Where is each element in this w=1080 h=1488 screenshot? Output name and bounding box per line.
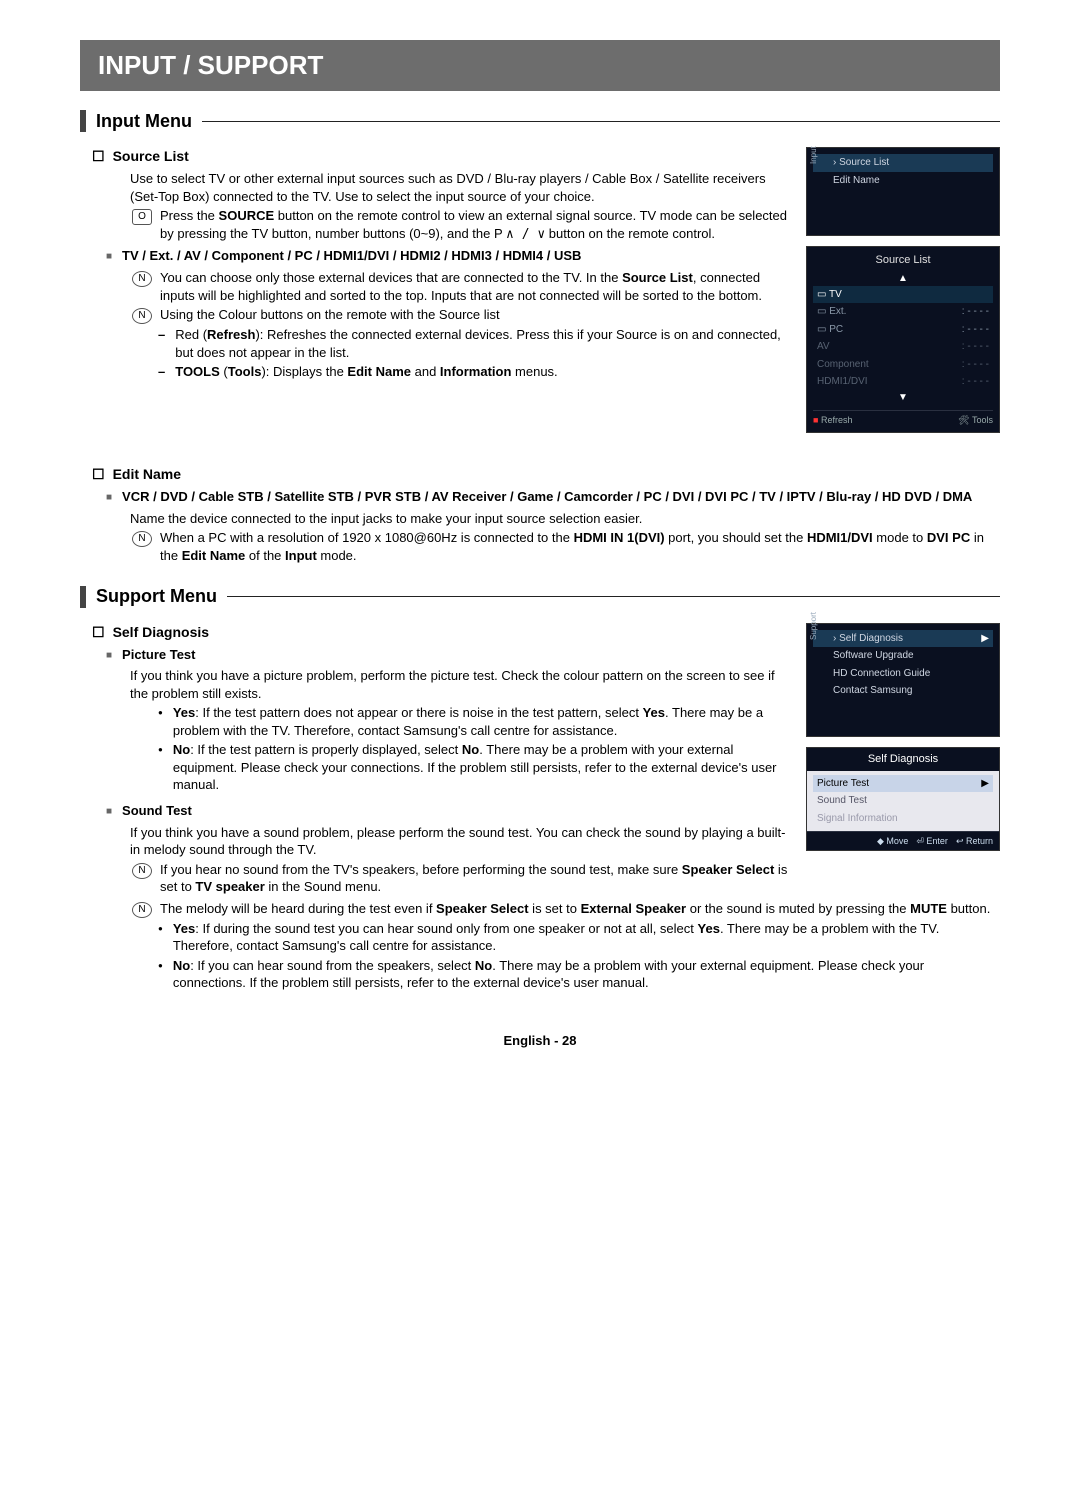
osd-input-menu: Input › Source List Edit Name — [806, 147, 1000, 236]
info-icon: N — [132, 308, 152, 324]
edit-name-heading: Edit Name — [92, 465, 1000, 484]
info-icon: N — [132, 531, 152, 547]
source-dash-refresh: Red (Refresh): Refreshes the connected e… — [158, 326, 790, 361]
osd-support-menu: Support › Self Diagnosis▶ Software Upgra… — [806, 623, 1000, 737]
sound-test-heading: Sound Test — [106, 802, 790, 820]
info-icon: N — [132, 271, 152, 287]
source-dash-tools: TOOLS (Tools): Displays the Edit Name an… — [158, 363, 790, 381]
picture-test-heading: Picture Test — [106, 646, 790, 664]
source-list-note-source: O Press the SOURCE button on the remote … — [132, 207, 790, 243]
input-menu-heading: Input Menu — [80, 109, 1000, 133]
picture-test-yes: Yes: If the test pattern does not appear… — [158, 704, 790, 739]
support-menu-heading: Support Menu — [80, 584, 1000, 608]
page-banner: INPUT / SUPPORT — [80, 40, 1000, 91]
osd-self-diagnosis: Self Diagnosis Picture Test▶ Sound Test … — [806, 747, 1000, 851]
sound-note-melody: N The melody will be heard during the te… — [132, 900, 1000, 918]
page-footer: English - 28 — [80, 1032, 1000, 1050]
info-icon: N — [132, 863, 152, 879]
osd-source-list: Source List ▲ ▭ TV ▭ Ext.: - - - - ▭ PC:… — [806, 246, 1000, 433]
sound-test-no: No: If you can hear sound from the speak… — [158, 957, 1000, 992]
source-note-choose: N You can choose only those external dev… — [132, 269, 790, 304]
edit-name-desc: Name the device connected to the input j… — [130, 510, 1000, 528]
sound-test-yes: Yes: If during the sound test you can he… — [158, 920, 1000, 955]
sources-list-line: TV / Ext. / AV / Component / PC / HDMI1/… — [106, 247, 790, 265]
edit-name-note: N When a PC with a resolution of 1920 x … — [132, 529, 1000, 564]
edit-name-list: VCR / DVD / Cable STB / Satellite STB / … — [106, 488, 1000, 506]
sound-note-speaker: N If you hear no sound from the TV's spe… — [132, 861, 790, 896]
picture-test-no: No: If the test pattern is properly disp… — [158, 741, 790, 794]
source-note-colour: N Using the Colour buttons on the remote… — [132, 306, 790, 324]
remote-icon: O — [132, 209, 152, 225]
info-icon: N — [132, 902, 152, 918]
